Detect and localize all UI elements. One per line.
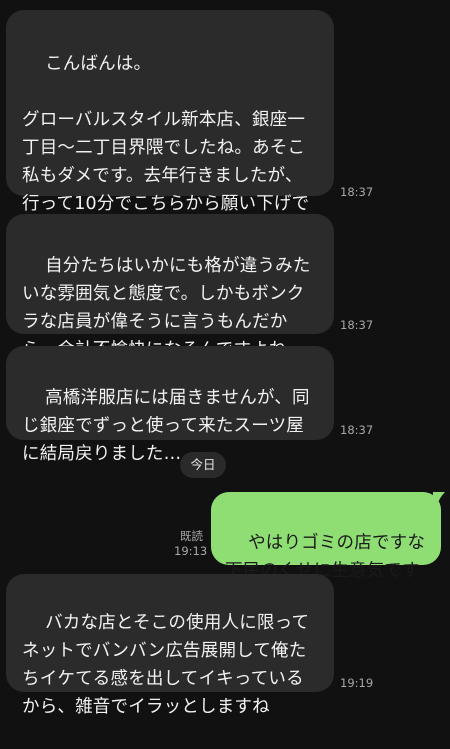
message-timestamp: 19:13 [174,544,208,558]
read-receipt: 既読 [180,529,203,543]
message-timestamp: 18:37 [340,423,374,437]
message-text: 自分たちはいかにも格が違うみたいな雰囲気と態度で。しかもボンクラな店員が偉そうに… [22,256,311,360]
message-timestamp: 18:37 [340,318,374,332]
outgoing-bubble-tail [433,492,445,506]
incoming-message-bubble[interactable]: バカな店とそこの使用人に限ってネットでバンバン広告展開して俺たちイケてる感を出し… [6,574,334,717]
incoming-message-bubble[interactable]: こんばんは。 グローバルスタイル新本店、銀座一丁目〜二丁目界隈でしたね。あそこ私… [6,10,334,242]
date-separator: 今日 [180,452,226,478]
message-timestamp: 19:19 [340,676,374,690]
incoming-message-bubble[interactable]: 自分たちはいかにも格が違うみたいな雰囲気と態度で。しかもボンクラな店員が偉そうに… [6,214,334,360]
outgoing-message-bubble[interactable]: やはりゴミの店ですな 下民のくせに生意気です [211,492,441,581]
message-text: 高橋洋服店には届きませんが、同じ銀座でずっと使って来たスーツ屋に結局戻りました… [22,388,310,464]
message-timestamp: 18:37 [340,185,374,199]
incoming-message-bubble[interactable]: 高橋洋服店には届きませんが、同じ銀座でずっと使って来たスーツ屋に結局戻りました… [6,346,334,464]
chat-thread: こんばんは。 グローバルスタイル新本店、銀座一丁目〜二丁目界隈でしたね。あそこ私… [0,0,450,717]
message-text: バカな店とそこの使用人に限ってネットでバンバン広告展開して俺たちイケてる感を出し… [22,613,310,717]
